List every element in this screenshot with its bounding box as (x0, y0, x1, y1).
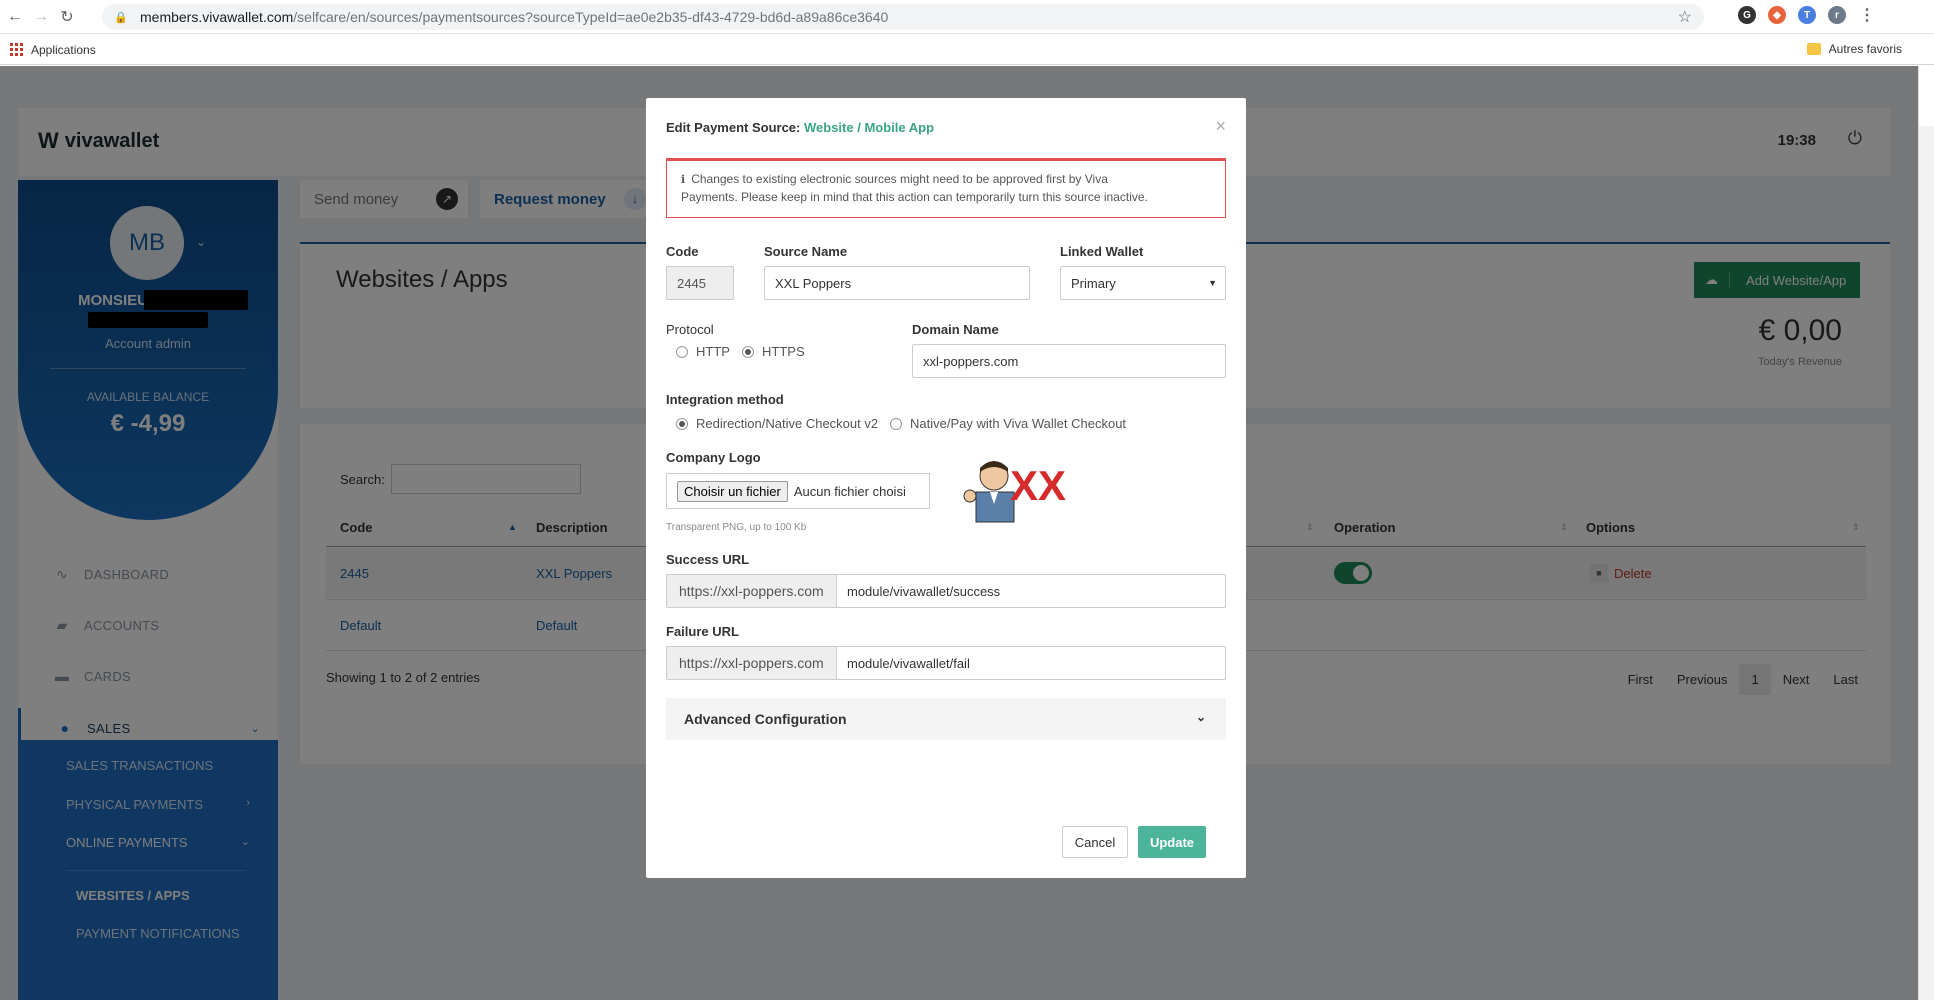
info-icon: ℹ (681, 174, 686, 186)
domain-name-field[interactable]: xxl-poppers.com (912, 344, 1226, 378)
bookmark-star-icon[interactable]: ☆ (1678, 7, 1692, 27)
radio-redirection[interactable] (676, 417, 688, 430)
bookmarks-bar: Applications Autres favoris (0, 35, 1934, 65)
radio-https[interactable] (742, 345, 754, 358)
lock-icon: 🔒 (114, 12, 128, 24)
success-url-prefix: https://xxl-poppers.com (667, 575, 837, 607)
code-label: Code (666, 244, 699, 259)
code-field: 2445 (666, 266, 734, 300)
company-logo-label: Company Logo (666, 450, 761, 465)
linked-wallet-value: Primary (1071, 275, 1116, 291)
edit-payment-source-dialog: Edit Payment Source: Website / Mobile Ap… (646, 98, 1246, 878)
failure-url-input[interactable]: module/vivawallet/fail (837, 647, 1225, 679)
extension-icons: G ◆ T r ⋮ (1738, 6, 1876, 24)
forward-icon[interactable]: → (30, 6, 52, 28)
url-host: members.vivawallet.com (140, 9, 294, 25)
integration-option-redirection[interactable]: Redirection/Native Checkout v2 (676, 416, 878, 431)
url-path: /selfcare/en/sources/paymentsources?sour… (293, 9, 889, 25)
warning-alert: ℹ Changes to existing electronic sources … (666, 158, 1226, 218)
scrollbar[interactable] (1918, 66, 1934, 1000)
alert-line-2: Payments. Please keep in mind that this … (681, 190, 1148, 204)
protocol-https-option[interactable]: HTTPS (742, 344, 805, 359)
company-logo-image: XXL (963, 461, 1066, 523)
browser-toolbar: ← → ↻ 🔒 members.vivawallet.com/selfcare/… (0, 0, 1934, 34)
reload-icon[interactable]: ↻ (56, 6, 78, 28)
folder-icon (1806, 43, 1821, 55)
bookmark-other[interactable]: Autres favoris (1829, 42, 1902, 56)
domain-name-label: Domain Name (912, 322, 999, 337)
alert-line-1: Changes to existing electronic sources m… (691, 172, 1108, 186)
logo-hint: Transparent PNG, up to 100 Kb (666, 522, 807, 533)
scrollbar-thumb[interactable] (1918, 66, 1934, 126)
success-url-input[interactable]: module/vivawallet/success (837, 575, 1225, 607)
update-button[interactable]: Update (1138, 826, 1206, 858)
close-icon[interactable]: × (1215, 116, 1226, 137)
protocol-label: Protocol (666, 322, 714, 337)
protocol-http-label: HTTP (696, 344, 730, 359)
failure-url-field[interactable]: https://xxl-poppers.com module/vivawalle… (666, 646, 1226, 680)
translate-icon[interactable]: T (1798, 6, 1816, 24)
advanced-configuration-label: Advanced Configuration (684, 711, 847, 727)
extension-icon[interactable]: ◆ (1768, 6, 1786, 24)
apps-icon[interactable] (10, 43, 23, 56)
cancel-button[interactable]: Cancel (1062, 826, 1128, 858)
profile-avatar[interactable]: r (1828, 6, 1846, 24)
protocol-https-label: HTTPS (762, 344, 805, 359)
integration-method-label: Integration method (666, 392, 784, 407)
bookmark-applications[interactable]: Applications (31, 43, 96, 57)
address-bar[interactable]: 🔒 members.vivawallet.com/selfcare/en/sou… (102, 4, 1704, 30)
integration-option-native[interactable]: Native/Pay with Viva Wallet Checkout (890, 416, 1126, 431)
radio-native[interactable] (890, 417, 902, 430)
caret-down-icon: ▼ (1208, 278, 1217, 288)
file-status: Aucun fichier choisi (793, 483, 906, 499)
menu-icon[interactable]: ⋮ (1858, 6, 1876, 24)
linked-wallet-label: Linked Wallet (1060, 244, 1144, 259)
logo-text: XXL (1010, 462, 1066, 509)
dialog-title-prefix: Edit Payment Source: (666, 120, 801, 135)
source-name-label: Source Name (764, 244, 848, 259)
extension-icon[interactable]: G (1738, 6, 1756, 24)
linked-wallet-select[interactable]: Primary ▼ (1060, 266, 1226, 300)
integration-option-2-label: Native/Pay with Viva Wallet Checkout (910, 416, 1127, 431)
source-name-field[interactable]: XXL Poppers (764, 266, 1030, 300)
failure-url-label: Failure URL (666, 624, 739, 639)
integration-option-1-label: Redirection/Native Checkout v2 (696, 416, 879, 431)
choose-file-button[interactable]: Choisir un fichier (677, 480, 788, 502)
radio-http[interactable] (676, 345, 688, 358)
dialog-title-accent: Website / Mobile App (804, 120, 935, 135)
failure-url-prefix: https://xxl-poppers.com (667, 647, 837, 679)
chevron-down-icon: ⌄ (1195, 710, 1206, 724)
success-url-label: Success URL (666, 552, 750, 567)
back-icon[interactable]: ← (4, 6, 26, 28)
advanced-configuration-toggle[interactable]: Advanced Configuration ⌄ (666, 698, 1226, 740)
protocol-http-option[interactable]: HTTP (676, 344, 730, 359)
success-url-field[interactable]: https://xxl-poppers.com module/vivawalle… (666, 574, 1226, 608)
logo-file-input[interactable]: Choisir un fichier Aucun fichier choisi (666, 473, 930, 509)
dialog-title: Edit Payment Source: Website / Mobile Ap… (666, 120, 934, 135)
